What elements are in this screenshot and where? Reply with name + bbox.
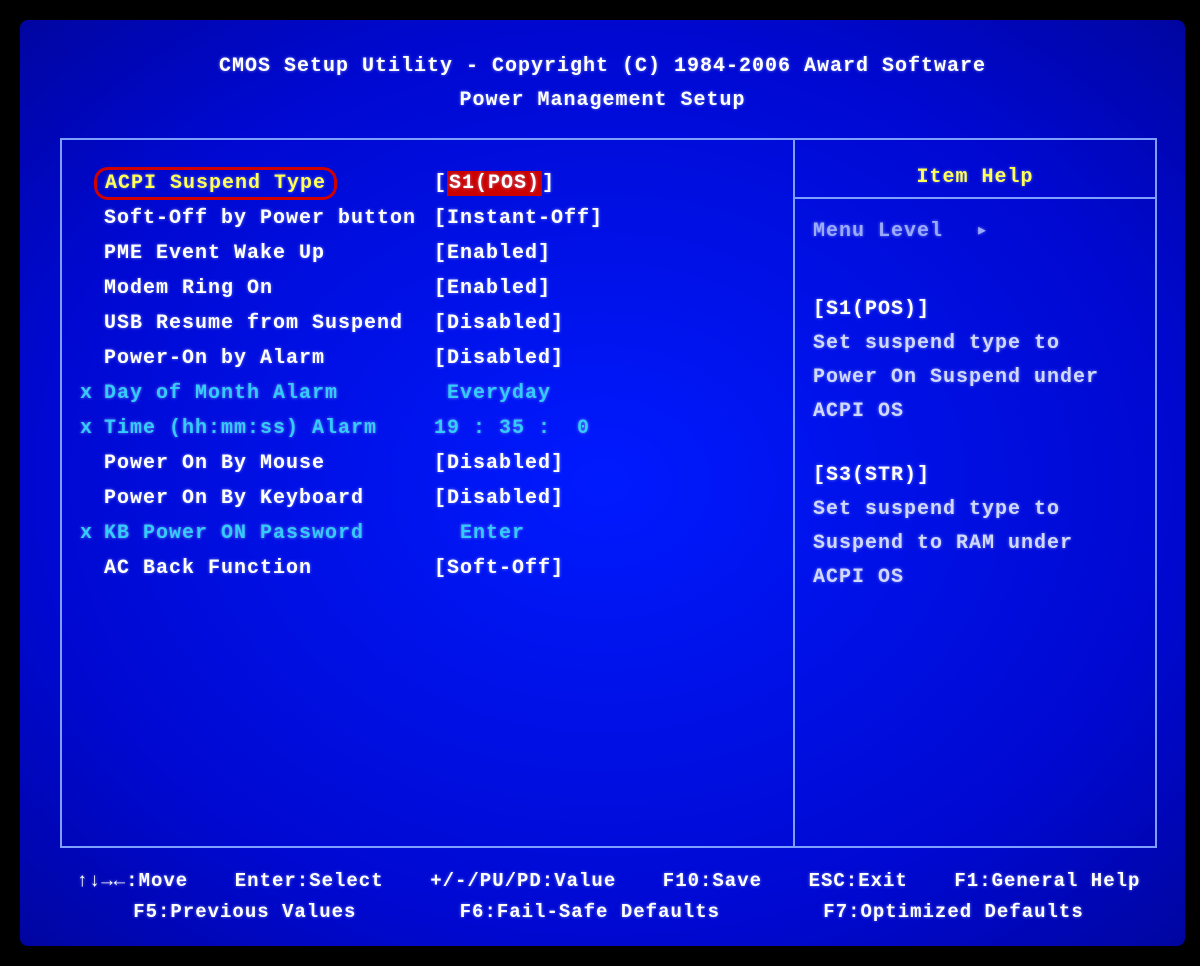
- help-heading: [S3(STR)]: [813, 459, 1137, 493]
- setting-value[interactable]: [Disabled]: [434, 487, 564, 510]
- setting-label: PME Event Wake Up: [104, 242, 434, 265]
- setting-label: Power-On by Alarm: [104, 347, 434, 370]
- header-line1: CMOS Setup Utility - Copyright (C) 1984-…: [20, 50, 1185, 84]
- setting-value[interactable]: [Instant-Off]: [434, 207, 603, 230]
- setting-label: USB Resume from Suspend: [104, 312, 434, 335]
- help-pane: Item Help Menu Level ▸ [S1(POS)] Set susp…: [795, 140, 1155, 846]
- setting-label: Soft-Off by Power button: [104, 207, 434, 230]
- footer-hint: F1:General Help: [954, 866, 1140, 897]
- header-line2: Power Management Setup: [20, 84, 1185, 118]
- bios-screen: CMOS Setup Utility - Copyright (C) 1984-…: [20, 20, 1185, 946]
- setting-row: x KB Power ON Password Enter: [62, 516, 793, 551]
- setting-label: Power On By Mouse: [104, 452, 434, 475]
- help-body: Set suspend type to Suspend to RAM under…: [813, 498, 1086, 589]
- setting-label: Time (hh:mm:ss) Alarm: [104, 417, 434, 440]
- setting-value: Everyday: [434, 382, 551, 405]
- settings-list: ACPI Suspend Type[S1(POS)]Soft-Off by Po…: [62, 140, 795, 846]
- setting-row[interactable]: PME Event Wake Up[Enabled]: [62, 236, 793, 271]
- footer-hint: ESC:Exit: [809, 866, 908, 897]
- header: CMOS Setup Utility - Copyright (C) 1984-…: [20, 20, 1185, 118]
- setting-value: 19 : 35 : 0: [434, 417, 590, 440]
- setting-label: Day of Month Alarm: [104, 382, 434, 405]
- setting-row[interactable]: Power On By Keyboard[Disabled]: [62, 481, 793, 516]
- disabled-marker-icon: x: [80, 417, 93, 440]
- setting-row[interactable]: Power-On by Alarm[Disabled]: [62, 341, 793, 376]
- setting-value[interactable]: [S1(POS)]: [434, 172, 555, 195]
- help-divider: [795, 197, 1155, 199]
- setting-value[interactable]: [Disabled]: [434, 452, 564, 475]
- help-block: [S1(POS)] Set suspend type to Power On Su…: [813, 293, 1137, 429]
- help-heading: [S1(POS)]: [813, 293, 1137, 327]
- footer-hint: F7:Optimized Defaults: [823, 897, 1083, 928]
- footer-hint: F5:Previous Values: [133, 897, 356, 928]
- setting-value[interactable]: [Disabled]: [434, 347, 564, 370]
- footer-line2: F5:Previous Values F6:Fail-Safe Defaults F…: [60, 897, 1157, 928]
- footer-hint: F6:Fail-Safe Defaults: [460, 897, 720, 928]
- setting-row[interactable]: Modem Ring On[Enabled]: [62, 271, 793, 306]
- setting-value[interactable]: [Disabled]: [434, 312, 564, 335]
- setting-label: AC Back Function: [104, 557, 434, 580]
- footer-hint: Enter:Select: [235, 866, 384, 897]
- disabled-marker-icon: x: [80, 522, 93, 545]
- setting-label: ACPI Suspend Type: [104, 172, 434, 195]
- content-box: ACPI Suspend Type[S1(POS)]Soft-Off by Po…: [60, 138, 1157, 848]
- setting-value[interactable]: [Soft-Off]: [434, 557, 564, 580]
- footer-hint: ↑↓→←:Move: [77, 866, 189, 897]
- menu-level-label: Menu Level: [813, 220, 943, 243]
- setting-value[interactable]: [Enabled]: [434, 277, 551, 300]
- help-body: Set suspend type to Power On Suspend und…: [813, 332, 1112, 423]
- footer-hint: +/-/PU/PD:Value: [430, 866, 616, 897]
- setting-row[interactable]: ACPI Suspend Type[S1(POS)]: [62, 166, 793, 201]
- footer: ↑↓→←:Move Enter:Select +/-/PU/PD:Value F10:…: [60, 866, 1157, 928]
- setting-value[interactable]: [Enabled]: [434, 242, 551, 265]
- setting-row[interactable]: AC Back Function[Soft-Off]: [62, 551, 793, 586]
- footer-hint: F10:Save: [663, 866, 762, 897]
- setting-row[interactable]: Power On By Mouse[Disabled]: [62, 446, 793, 481]
- setting-row[interactable]: USB Resume from Suspend[Disabled]: [62, 306, 793, 341]
- footer-line1: ↑↓→←:Move Enter:Select +/-/PU/PD:Value F10:…: [60, 866, 1157, 897]
- setting-label: Power On By Keyboard: [104, 487, 434, 510]
- chevron-right-icon: ▸: [976, 217, 989, 243]
- disabled-marker-icon: x: [80, 382, 93, 405]
- setting-label: Modem Ring On: [104, 277, 434, 300]
- menu-level: Menu Level ▸: [813, 217, 1137, 243]
- setting-row: x Day of Month Alarm Everyday: [62, 376, 793, 411]
- setting-label: KB Power ON Password: [104, 522, 434, 545]
- help-block: [S3(STR)] Set suspend type to Suspend to …: [813, 459, 1137, 595]
- setting-value: Enter: [434, 522, 525, 545]
- setting-row[interactable]: Soft-Off by Power button[Instant-Off]: [62, 201, 793, 236]
- setting-row: x Time (hh:mm:ss) Alarm19 : 35 : 0: [62, 411, 793, 446]
- help-title: Item Help: [813, 166, 1137, 189]
